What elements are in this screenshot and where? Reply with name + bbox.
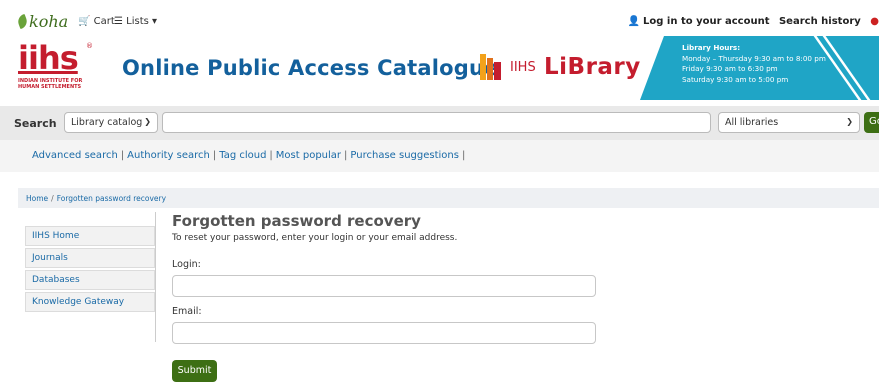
- advanced-search-link[interactable]: Advanced search: [32, 150, 118, 161]
- search-bar: Search Library catalog ❯ All libraries ❯…: [0, 106, 879, 140]
- caret-down-icon: ▾: [152, 16, 158, 27]
- email-label: Email:: [172, 306, 202, 317]
- hours-title: Library Hours:: [682, 43, 741, 52]
- cart-link[interactable]: 🛒 Cart: [78, 16, 115, 27]
- koha-logo[interactable]: koha: [16, 12, 68, 31]
- iihs-logo[interactable]: iihs ® INDIAN INSTITUTE FOR HUMAN SETTLE…: [18, 42, 93, 90]
- chevron-down-icon: ❯: [144, 117, 151, 126]
- user-nav: 👤 Log in to your account Search history ●: [622, 16, 879, 27]
- submit-button[interactable]: Submit: [172, 360, 217, 382]
- purchase-suggestions-link[interactable]: Purchase suggestions: [350, 150, 459, 161]
- leaf-icon: [16, 13, 29, 30]
- login-link[interactable]: Log in to your account: [643, 16, 769, 27]
- tag-cloud-link[interactable]: Tag cloud: [219, 150, 266, 161]
- sidebar: IIHS Home Journals Databases Knowledge G…: [25, 226, 155, 314]
- hours-line: Monday – Thursday 9:30 am to 8:00 pm: [682, 53, 826, 63]
- go-button[interactable]: Go: [864, 112, 879, 133]
- breadcrumb-divider: /: [51, 194, 54, 203]
- registered-icon: ®: [86, 42, 93, 50]
- chevron-down-icon: ❯: [846, 117, 853, 126]
- cart-icon: 🛒: [78, 16, 91, 27]
- more-searches-links: Advanced search | Authority search | Tag clo…: [32, 150, 468, 161]
- page-heading: Online Public Access Catalogue: [122, 56, 499, 80]
- lists-dropdown[interactable]: ☰ Lists ▾: [114, 16, 157, 27]
- sidebar-item-databases[interactable]: Databases: [25, 270, 155, 290]
- separator: |: [344, 150, 348, 161]
- more-searches-bar: Advanced search | Authority search | Tag clo…: [0, 140, 879, 172]
- search-scope-select[interactable]: Library catalog ❯: [64, 112, 158, 133]
- sidebar-item-knowledge-gateway[interactable]: Knowledge Gateway: [25, 292, 155, 312]
- separator: |: [461, 150, 466, 161]
- sidebar-divider: [155, 212, 156, 342]
- separator: |: [120, 150, 125, 161]
- library-hours-panel: Library Hours: Monday – Thursday 9:30 am…: [640, 36, 879, 100]
- password-recovery-form: Forgotten password recovery To reset you…: [172, 212, 612, 382]
- sidebar-item-journals[interactable]: Journals: [25, 248, 155, 268]
- search-history-link[interactable]: Search history: [779, 16, 861, 27]
- site-header: iihs ® INDIAN INSTITUTE FOR HUMAN SETTLE…: [0, 36, 879, 100]
- library-select[interactable]: All libraries ❯: [718, 112, 860, 133]
- top-navbar: koha 🛒 Cart ☰ Lists ▾ 👤 Log in to your ac…: [0, 0, 879, 36]
- breadcrumb-home[interactable]: Home: [26, 194, 48, 203]
- search-label: Search: [14, 117, 57, 130]
- form-intro: To reset your password, enter your login…: [172, 233, 458, 243]
- list-icon: ☰: [114, 16, 123, 27]
- breadcrumb: Home / Forgotten password recovery: [18, 188, 879, 208]
- form-title: Forgotten password recovery: [172, 212, 421, 230]
- login-label: Login:: [172, 259, 201, 270]
- most-popular-link[interactable]: Most popular: [276, 150, 341, 161]
- user-icon: 👤: [627, 16, 641, 27]
- books-icon: [480, 54, 502, 80]
- login-field[interactable]: [172, 275, 596, 297]
- sidebar-item-iihs-home[interactable]: IIHS Home: [25, 226, 155, 246]
- separator: |: [269, 150, 273, 161]
- separator: |: [212, 150, 217, 161]
- clear-icon[interactable]: ●: [870, 16, 879, 27]
- search-input[interactable]: [162, 112, 711, 133]
- authority-search-link[interactable]: Authority search: [127, 150, 210, 161]
- email-field[interactable]: [172, 322, 596, 344]
- breadcrumb-current[interactable]: Forgotten password recovery: [57, 194, 166, 203]
